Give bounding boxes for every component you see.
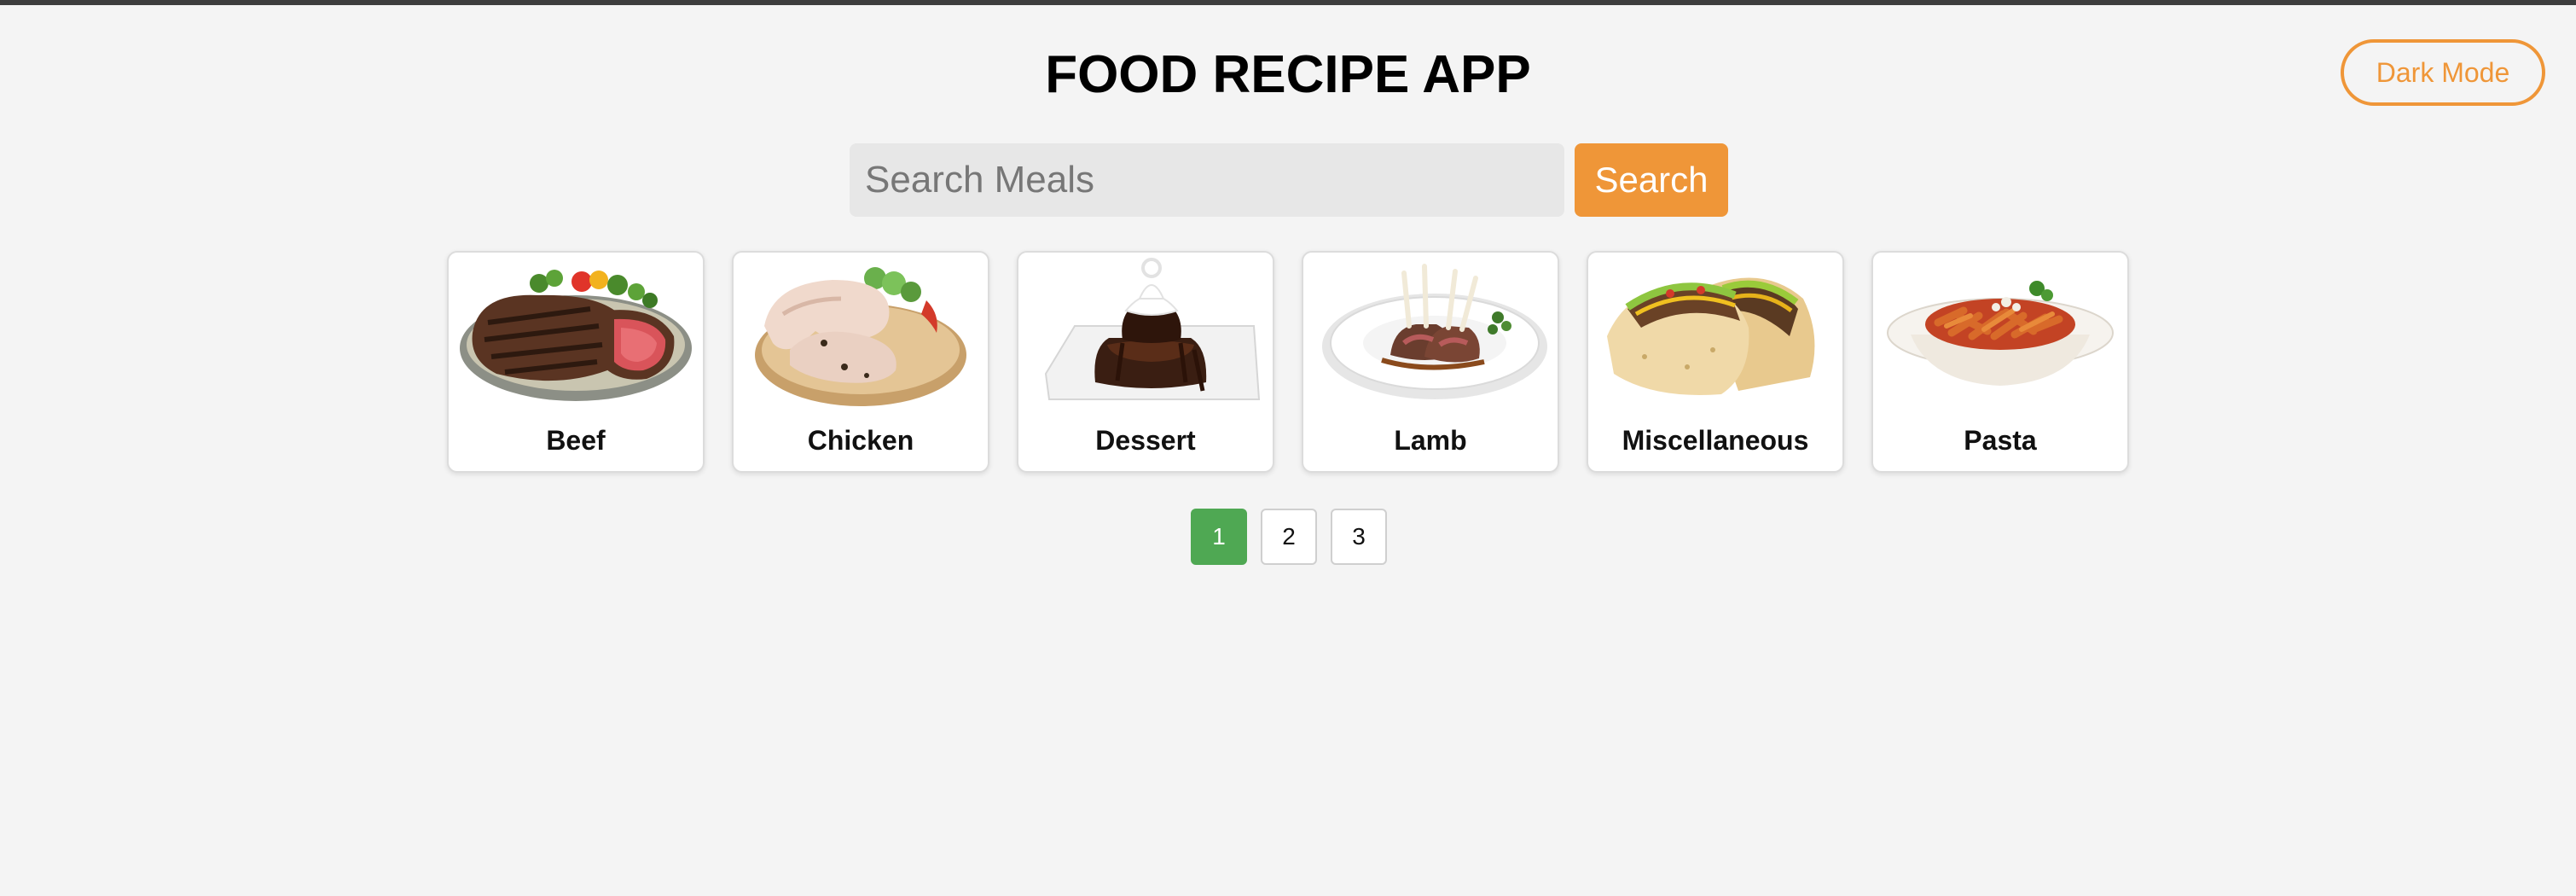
category-label: Lamb xyxy=(1394,425,1467,456)
lamb-chops-image xyxy=(1322,264,1547,399)
category-card-chicken[interactable]: Chicken xyxy=(732,251,989,473)
beef-steak-image xyxy=(460,270,692,401)
category-card-dessert[interactable]: Dessert xyxy=(1017,251,1274,473)
category-label: Beef xyxy=(546,425,606,456)
category-card-miscellaneous[interactable]: Miscellaneous xyxy=(1587,251,1844,473)
top-border xyxy=(0,0,2576,5)
category-label: Chicken xyxy=(807,425,914,456)
search-button[interactable]: Search xyxy=(1575,143,1728,217)
page-title: FOOD RECIPE APP xyxy=(1045,45,1531,104)
category-grid: Beef Chicken Dessert Lamb Miscellaneous … xyxy=(447,251,2129,473)
chicken-legs-image xyxy=(755,267,966,406)
pasta-bowl-image xyxy=(1887,281,2114,386)
category-label: Miscellaneous xyxy=(1622,425,1809,456)
page-button-2[interactable]: 2 xyxy=(1261,509,1317,565)
chocolate-dessert-image xyxy=(1044,258,1261,400)
category-label: Dessert xyxy=(1095,425,1196,456)
page-button-1[interactable]: 1 xyxy=(1191,509,1247,565)
category-card-beef[interactable]: Beef xyxy=(447,251,705,473)
category-label: Pasta xyxy=(1964,425,2037,456)
tacos-image xyxy=(1607,277,1815,395)
category-card-pasta[interactable]: Pasta xyxy=(1871,251,2129,473)
category-card-lamb[interactable]: Lamb xyxy=(1302,251,1559,473)
dark-mode-toggle-button[interactable]: Dark Mode xyxy=(2341,39,2545,106)
search-input[interactable] xyxy=(850,143,1564,217)
pagination: 1 2 3 xyxy=(1191,509,1387,565)
page-button-3[interactable]: 3 xyxy=(1331,509,1387,565)
